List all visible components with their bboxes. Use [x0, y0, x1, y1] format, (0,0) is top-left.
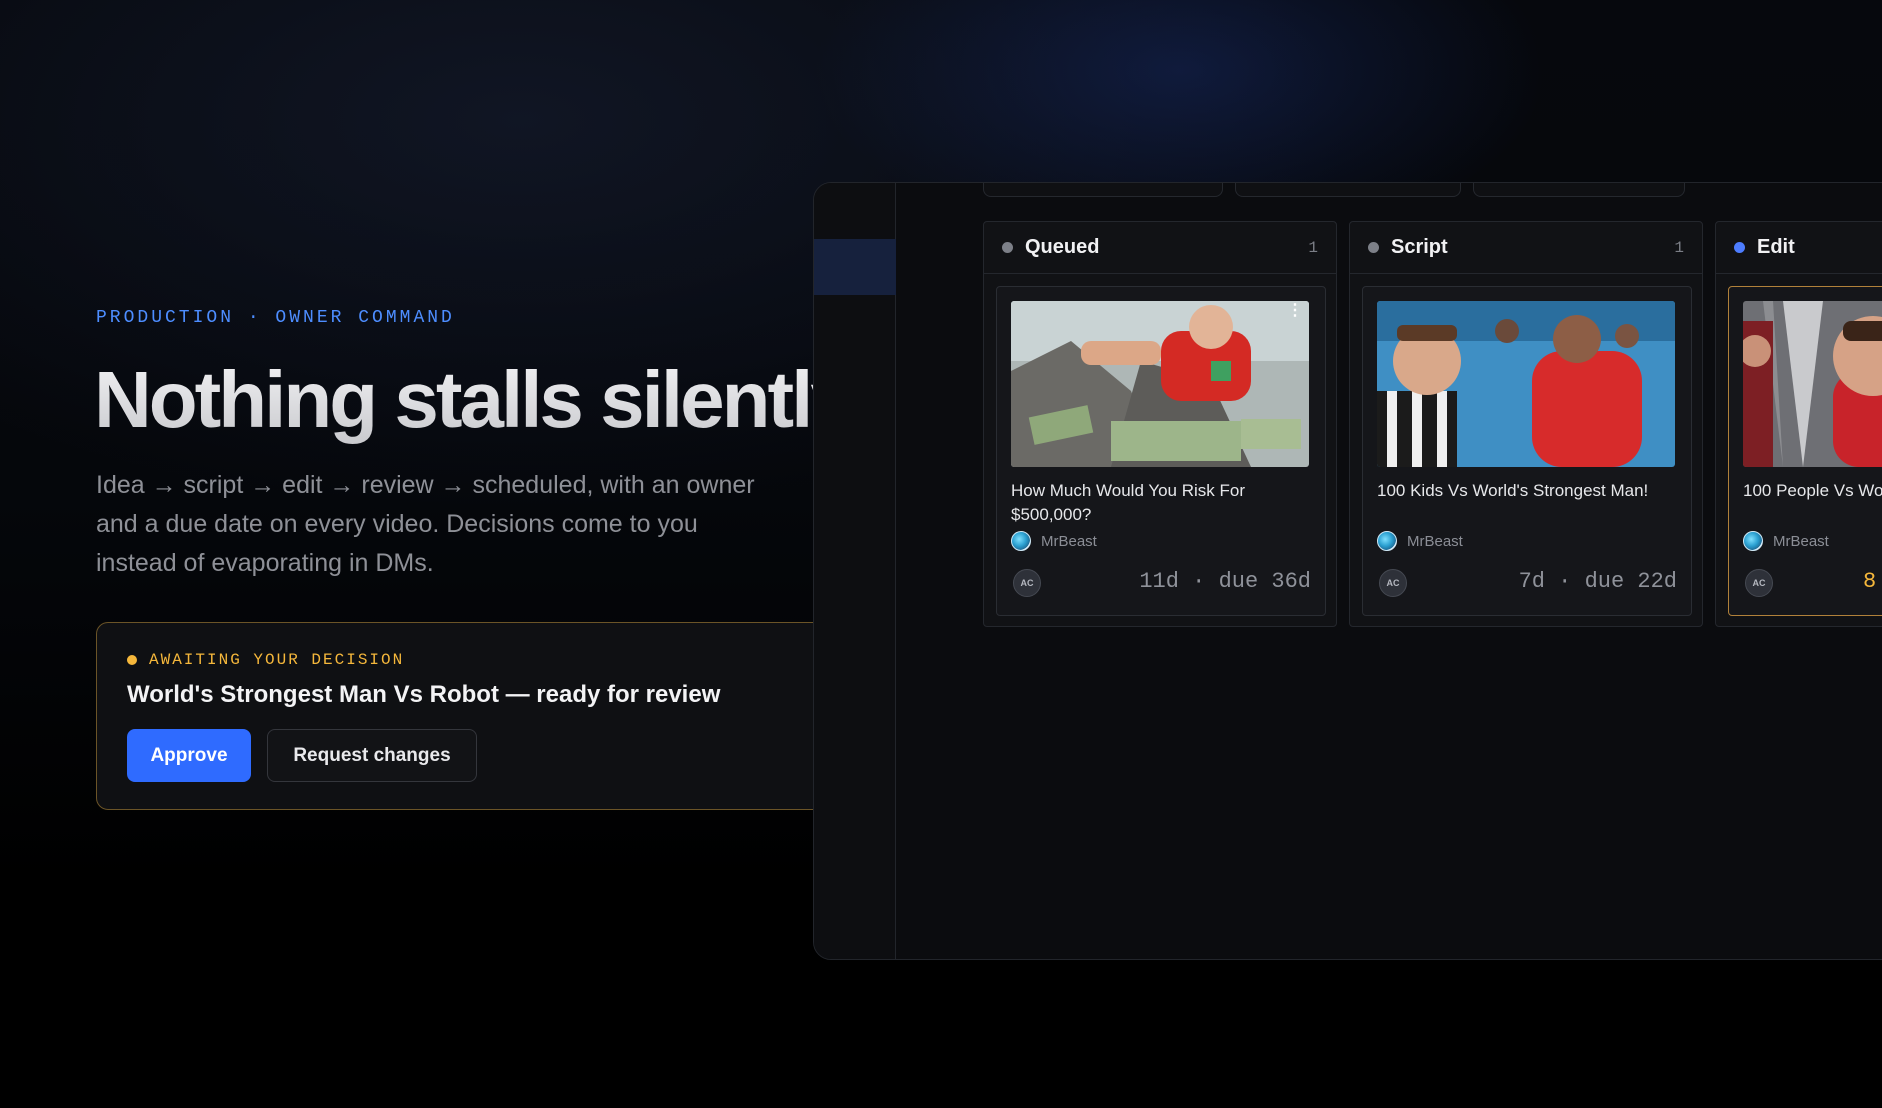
column-title: Edit [1757, 236, 1795, 258]
video-card[interactable]: ⋮ How Much Would You Risk For $500,000? … [996, 286, 1326, 616]
video-thumbnail [1377, 301, 1675, 467]
column-status-dot-icon [1002, 242, 1013, 253]
channel-row: MrBeast [1743, 531, 1829, 551]
filter-pill[interactable] [1473, 183, 1685, 197]
page-headline: Nothing stalls silently [94, 352, 855, 448]
hero-description: Idea → script → edit → review → schedule… [96, 471, 755, 577]
column-header: Edit [1716, 222, 1882, 274]
video-card[interactable]: 100 Kids Vs World's Strongest Man! MrBea… [1362, 286, 1692, 616]
video-title: 100 Kids Vs World's Strongest Man! [1377, 481, 1649, 500]
separator-dot: · [1192, 569, 1219, 594]
filter-pill[interactable] [983, 183, 1223, 197]
sidebar-item-active[interactable] [814, 239, 896, 295]
card-due: due 22d [1584, 569, 1677, 594]
column-script: Script 1 100 Kids Vs World's Strongest M… [1349, 221, 1703, 627]
column-title: Script [1391, 236, 1448, 258]
app-window-preview: Queued 1 ⋮ How Much Would You Risk For $… [813, 182, 1882, 960]
status-dot-icon [127, 655, 137, 665]
video-title: 100 People Vs Wo Trap! [1743, 481, 1882, 500]
column-edit: Edit 100 People Vs Wo Trap! MrBeast [1715, 221, 1882, 627]
channel-name: MrBeast [1041, 532, 1097, 550]
video-thumbnail [1743, 301, 1882, 467]
decision-title: World's Strongest Man Vs Robot — ready f… [127, 681, 721, 708]
card-age: 7d [1518, 569, 1545, 594]
card-age: 11d [1139, 569, 1179, 594]
owner-avatar: AC [1379, 569, 1407, 597]
channel-avatar-icon [1011, 531, 1031, 551]
column-header: Script 1 [1350, 222, 1702, 274]
channel-name: MrBeast [1773, 532, 1829, 550]
filter-pill[interactable] [1235, 183, 1461, 197]
video-title: How Much Would You Risk For $500,000? [1011, 481, 1246, 524]
column-count: 1 [1308, 238, 1318, 257]
video-thumbnail: ⋮ [1011, 301, 1309, 467]
eyebrow-label: PRODUCTION · OWNER COMMAND [96, 308, 455, 328]
card-timing: 7d · due 22d [1519, 569, 1677, 594]
request-changes-button[interactable]: Request changes [267, 729, 477, 782]
channel-row: MrBeast [1011, 531, 1097, 551]
column-title: Queued [1025, 236, 1100, 258]
separator-dot: · [1558, 569, 1585, 594]
card-age: 8 [1863, 569, 1877, 594]
column-status-dot-icon [1734, 242, 1745, 253]
video-card[interactable]: 100 People Vs Wo Trap! MrBeast AC 8 [1728, 286, 1882, 616]
decision-tag-label: AWAITING YOUR DECISION [149, 651, 405, 669]
sidebar [814, 183, 896, 959]
column-status-dot-icon [1368, 242, 1379, 253]
owner-avatar: AC [1013, 569, 1041, 597]
channel-row: MrBeast [1377, 531, 1463, 551]
owner-avatar: AC [1745, 569, 1773, 597]
channel-avatar-icon [1377, 531, 1397, 551]
channel-avatar-icon [1743, 531, 1763, 551]
card-timing: 11d · due 36d [1139, 569, 1311, 594]
column-count: 1 [1674, 238, 1684, 257]
channel-name: MrBeast [1407, 532, 1463, 550]
more-options-icon[interactable]: ⋮ [1287, 303, 1303, 319]
decision-card: AWAITING YOUR DECISION World's Strongest… [96, 622, 856, 810]
approve-button[interactable]: Approve [127, 729, 251, 782]
column-queued: Queued 1 ⋮ How Much Would You Risk For $… [983, 221, 1337, 627]
card-due: due 36d [1218, 569, 1311, 594]
decision-status: AWAITING YOUR DECISION [127, 651, 404, 669]
column-header: Queued 1 [984, 222, 1336, 274]
